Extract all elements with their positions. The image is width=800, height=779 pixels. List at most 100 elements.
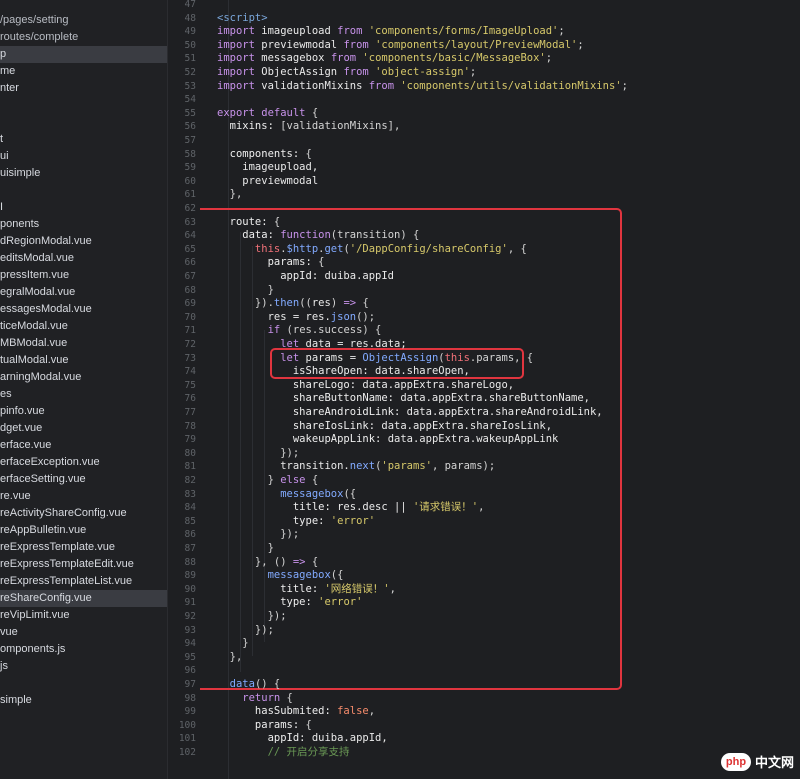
sidebar-file-item[interactable]: dRegionModal.vue: [0, 233, 167, 250]
sidebar-file-item[interactable]: ticeModal.vue: [0, 318, 167, 335]
sidebar-file-item[interactable]: re.vue: [0, 488, 167, 505]
sidebar-file-item[interactable]: omponents.js: [0, 641, 167, 658]
sidebar-file-item[interactable]: reAppBulletin.vue: [0, 522, 167, 539]
code-token: , {: [507, 242, 527, 255]
sidebar-file-item[interactable]: reExpressTemplateList.vue: [0, 573, 167, 590]
sidebar-file-item[interactable]: pressItem.vue: [0, 267, 167, 284]
sidebar-file-item[interactable]: reExpressTemplateEdit.vue: [0, 556, 167, 573]
sidebar-file-item[interactable]: [0, 114, 167, 131]
code-token: 'components/layout/PreviewModal': [375, 38, 578, 51]
code-token: data:: [217, 229, 281, 242]
sidebar-file-item[interactable]: [0, 182, 167, 199]
line-number: 70: [184, 311, 196, 323]
code-token: [validationMixins],: [280, 120, 401, 133]
code-line: shareAndroidLink: data.appExtra.shareAnd…: [217, 406, 603, 420]
sidebar-file-item[interactable]: erfaceSetting.vue: [0, 471, 167, 488]
line-number: 99: [184, 706, 196, 718]
sidebar-file-item[interactable]: es: [0, 386, 167, 403]
code-line: }).then((res) => {: [217, 297, 369, 311]
code-token: }: [217, 474, 281, 486]
code-token: import: [217, 79, 262, 92]
sidebar-file-item[interactable]: js: [0, 658, 167, 675]
line-number: 56: [184, 121, 196, 133]
file-explorer-sidebar: /pages/setting routes/complete p me nter t ui u…: [0, 0, 168, 779]
sidebar-file-item[interactable]: reActivityShareConfig.vue: [0, 505, 167, 522]
sidebar-file-item[interactable]: reShareConfig.vue: [0, 590, 167, 607]
sidebar-file-item[interactable]: ui: [0, 148, 167, 165]
code-line: title: '网络错误！',: [217, 583, 396, 597]
sidebar-file-item[interactable]: simple: [0, 692, 167, 709]
line-number: 74: [184, 366, 196, 378]
sidebar-file-item[interactable]: [0, 97, 167, 114]
code-line: import previewmodal from 'components/lay…: [217, 39, 584, 53]
sidebar-file-item[interactable]: p: [0, 46, 167, 63]
code-token: data.appExtra.shareButtonName,: [400, 392, 590, 405]
sidebar-file-item[interactable]: reVipLimit.vue: [0, 607, 167, 624]
code-line: type: 'error': [217, 515, 375, 529]
sidebar-file-item[interactable]: me: [0, 63, 167, 80]
code-token: data.appExtra.shareIosLink,: [381, 419, 553, 432]
code-token: 'components/basic/MessageBox': [362, 52, 546, 65]
code-line: imageupload,: [217, 161, 318, 175]
sidebar-file-item[interactable]: erfaceException.vue: [0, 454, 167, 471]
line-number: 80: [184, 447, 196, 459]
code-token: next: [349, 460, 376, 473]
code-token: route:: [217, 215, 274, 228]
sidebar-file-item[interactable]: nter: [0, 80, 167, 97]
code-line: <script>: [217, 12, 268, 26]
sidebar-file-item[interactable]: dget.vue: [0, 420, 167, 437]
line-number: 71: [184, 325, 196, 337]
sidebar-file-item[interactable]: pinfo.vue: [0, 403, 167, 420]
sidebar-file-item[interactable]: erface.vue: [0, 437, 167, 454]
line-number: 62: [184, 203, 196, 214]
sidebar-file-item[interactable]: arningModal.vue: [0, 369, 167, 386]
code-token: export default: [217, 106, 312, 119]
sidebar-file-item[interactable]: tualModal.vue: [0, 352, 167, 369]
sidebar-file-item[interactable]: reExpressTemplate.vue: [0, 539, 167, 556]
line-number: 64: [184, 230, 196, 242]
code-token: 'error': [318, 596, 363, 609]
sidebar-file-item[interactable]: vue: [0, 624, 167, 641]
code-token: ,: [478, 501, 485, 514]
sidebar-file-item[interactable]: ponents: [0, 216, 167, 233]
code-token: hasSubmited:: [217, 705, 338, 718]
line-number: 66: [184, 257, 196, 269]
code-token: ): [330, 297, 344, 310]
line-number: 54: [184, 94, 196, 106]
sidebar-file-item[interactable]: editsModal.vue: [0, 250, 167, 267]
sidebar-file-item[interactable]: /pages/setting: [0, 12, 167, 29]
line-number-gutter: 47 48 49 50 51 52 53 54 55 56 57 58 59 60 61 62 63 64 65 66…: [168, 0, 200, 779]
code-token: if: [217, 324, 287, 337]
line-number: 68: [184, 284, 196, 296]
code-token: previewmodal: [261, 38, 344, 51]
sidebar-file-item[interactable]: I: [0, 199, 167, 216]
sidebar-file-item[interactable]: MBModal.vue: [0, 335, 167, 352]
code-token: title:: [217, 501, 338, 514]
code-token: import: [217, 38, 262, 51]
sidebar-file-item[interactable]: t: [0, 131, 167, 148]
code-token: ,: [389, 582, 396, 595]
line-number: 69: [184, 298, 196, 310]
code-token: res.desc ||: [337, 501, 413, 514]
code-token: json: [330, 310, 357, 323]
code-line: });: [217, 610, 287, 624]
code-line: wakeupAppLink: data.appExtra.wakeupAppLi…: [217, 433, 559, 447]
code-token: },: [217, 188, 243, 201]
code-token: ;: [621, 79, 628, 92]
line-number: 73: [184, 352, 196, 364]
line-number: 51: [184, 53, 196, 65]
code-token: }: [217, 283, 274, 296]
line-number: 89: [184, 570, 196, 582]
code-token: wakeupAppLink:: [217, 433, 388, 446]
sidebar-file-item[interactable]: essagesModal.vue: [0, 301, 167, 318]
sidebar-file-item[interactable]: uisimple: [0, 165, 167, 182]
sidebar-file-item[interactable]: routes/complete: [0, 29, 167, 46]
line-number: 83: [184, 488, 196, 500]
code-editor[interactable]: <script> import imageupload from 'compone…: [200, 0, 800, 779]
code-line: }: [217, 284, 274, 298]
line-number: 78: [184, 420, 196, 432]
sidebar-file-item[interactable]: [0, 675, 167, 692]
code-token: validationMixins: [261, 79, 369, 92]
code-token: },: [217, 650, 243, 663]
sidebar-file-item[interactable]: egralModal.vue: [0, 284, 167, 301]
